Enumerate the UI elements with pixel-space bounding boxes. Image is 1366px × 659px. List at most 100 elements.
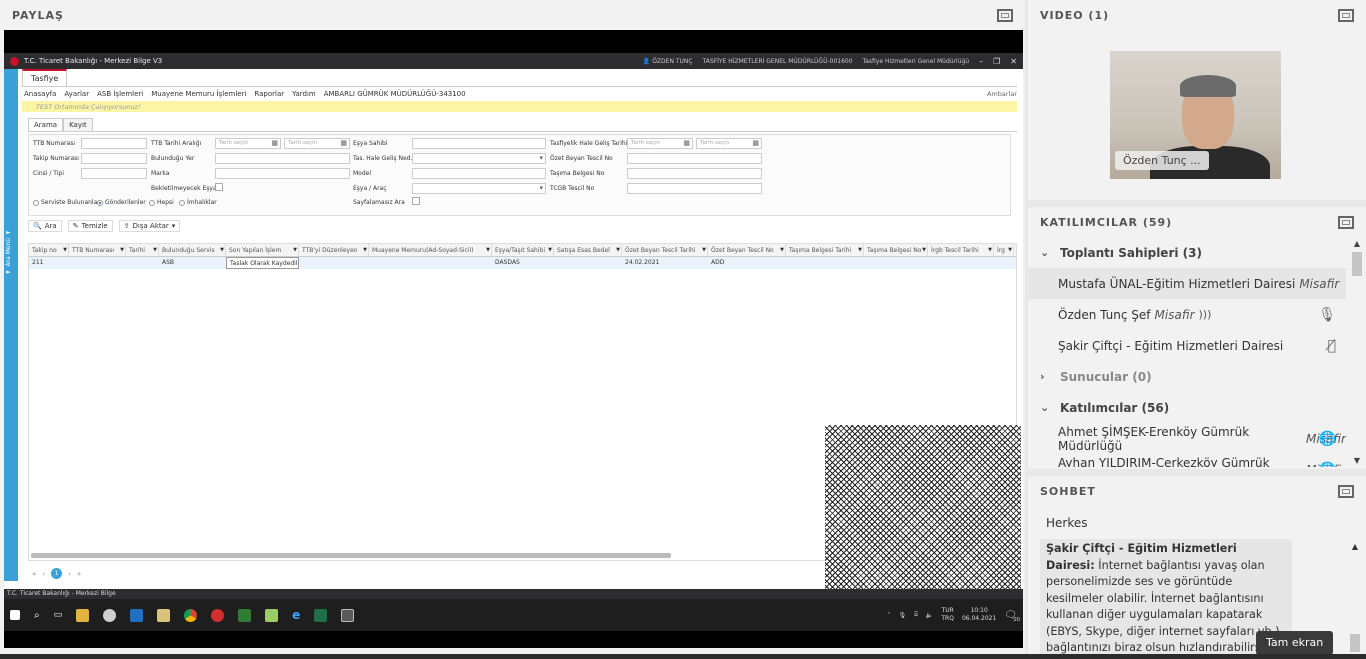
mic-off-icon[interactable]: 🎙̸ (1328, 338, 1336, 354)
windows-start-icon[interactable] (10, 610, 20, 620)
tasfiyelik-date-from[interactable]: Tarih seçin (627, 138, 693, 149)
menu-item-anasayfa[interactable]: Anasayfa (24, 90, 56, 98)
menu-item-ambarlar[interactable]: Ambarlar (987, 90, 1017, 98)
radio-imha-label[interactable]: İmhalıklar (179, 199, 217, 206)
col-bedel[interactable]: Satışa Esas Bedel (554, 244, 622, 256)
chat-scrollbar[interactable]: ▲ (1350, 542, 1360, 652)
section-attendees[interactable]: ⌄ Katılımcılar (56) (1028, 392, 1346, 423)
list-item[interactable]: Mustafa ÜNAL-Eğitim Hizmetleri Dairesi Mi… (1028, 268, 1346, 299)
outlook-icon[interactable] (130, 608, 144, 622)
snip-icon[interactable] (238, 608, 252, 622)
notes-icon[interactable] (157, 608, 171, 622)
pager-next-icon[interactable]: › (68, 570, 71, 578)
section-presenters[interactable]: › Sunucular (0) (1028, 361, 1346, 392)
clear-button[interactable]: ✎ Temizle (67, 220, 113, 232)
titlebar-user[interactable]: ÖZDEN TUNÇ (652, 58, 692, 65)
section-hosts[interactable]: ⌄ Toplantı Sahipleri (3) (1028, 237, 1346, 268)
cins-input[interactable] (81, 168, 147, 179)
mic-icon[interactable]: 🎙 (899, 612, 907, 619)
mic-icon[interactable]: 🎙 (1318, 307, 1336, 323)
menu-item-raporlar[interactable]: Raporlar (254, 90, 284, 98)
col-tasima-tarih[interactable]: Taşıma Belgesi Tarihi (786, 244, 864, 256)
pager-current[interactable]: 1 (51, 568, 63, 579)
col-ozet-no[interactable]: Özet Beyan Tescil No (708, 244, 786, 256)
chat-recipient-tab[interactable]: Herkes (1046, 516, 1088, 530)
list-item[interactable]: Şakir Çiftçi - Eğitim Hizmetleri Dairesi… (1028, 330, 1346, 361)
app-icon[interactable] (103, 608, 117, 622)
col-irg[interactable]: İrg (994, 244, 1014, 256)
volume-icon[interactable]: 🔈 (926, 612, 933, 619)
minimize-icon[interactable]: – (979, 57, 983, 66)
bulundugu-yer-input[interactable] (215, 153, 350, 164)
col-ttb-no[interactable]: TTB Numarası (69, 244, 126, 256)
tasima-belgesi-input[interactable] (627, 168, 762, 179)
scroll-thumb[interactable] (1352, 252, 1362, 276)
titlebar-dept1[interactable]: TASFİYE HİZMETLERİ GENEL MÜDÜRLÜĞÜ-00160… (703, 58, 853, 65)
chevron-up-icon[interactable]: ˄ (888, 612, 891, 619)
editor-icon[interactable] (265, 608, 279, 622)
pager-prev-icon[interactable]: ‹ (42, 570, 45, 578)
menu-item-asb[interactable]: ASB İşlemleri (97, 90, 143, 98)
col-tasima-no[interactable]: Taşıma Belgesi No (864, 244, 928, 256)
col-son-islem[interactable]: Son Yapılan İşlem (226, 244, 299, 256)
restore-icon[interactable]: ❐ (993, 57, 1000, 66)
participants-scrollbar[interactable]: ▲ ▼ (1352, 239, 1362, 465)
tas-hale-gelis-select[interactable] (412, 153, 546, 164)
table-row[interactable]: 211 ASB Taslak Olarak Kaydedildi DASDAS … (29, 257, 1016, 269)
tcgb-input[interactable] (627, 183, 762, 194)
maximize-icon[interactable] (997, 8, 1013, 22)
col-irgb-tarih[interactable]: İrgb Tescil Tarihi (928, 244, 994, 256)
opera-icon[interactable] (211, 608, 225, 622)
col-muayene[interactable]: Muayene Memuru(Ad-Soyad-Sicil) (369, 244, 492, 256)
scroll-thumb[interactable] (1350, 634, 1360, 652)
col-ozet-tarih[interactable]: Özet Beyan Tescil Tarihi (622, 244, 708, 256)
menu-item-ayarlar[interactable]: Ayarlar (64, 90, 89, 98)
maximize-icon[interactable] (1338, 484, 1354, 498)
tab-tasfiye[interactable]: Tasfiye (22, 69, 68, 86)
export-button[interactable]: ⇪ Dışa Aktar ▾ (118, 220, 181, 232)
ttb-date-to[interactable]: Tarih seçin (284, 138, 350, 149)
clock[interactable]: 10:10 06.04.2021 (962, 607, 996, 623)
network-icon[interactable]: ⌸ (914, 611, 918, 619)
col-duzenleyen[interactable]: TTB'yi Düzenleyen (299, 244, 369, 256)
radio-gonderilen[interactable] (97, 199, 103, 206)
radio-gonderilen-label[interactable]: Gönderilenler (97, 199, 146, 206)
tab-arama[interactable]: Arama (28, 118, 64, 131)
menu-item-yardim[interactable]: Yardım (292, 90, 316, 98)
esya-sahibi-input[interactable] (412, 138, 546, 149)
chrome-icon[interactable] (184, 608, 198, 622)
excel-icon[interactable] (314, 608, 328, 622)
ttb-no-input[interactable] (81, 138, 147, 149)
task-view-icon[interactable]: ▭ (54, 610, 63, 620)
menu-item-mudurluk[interactable]: AMBARLI GÜMRÜK MÜDÜRLÜĞÜ-343100 (324, 90, 466, 98)
grid-hscroll[interactable] (31, 553, 671, 558)
col-takip-no[interactable]: Takip no (29, 244, 69, 256)
list-item[interactable]: Özden Tunç Şef Misafir ))) 🎙 (1028, 299, 1346, 330)
radio-hepsi-label[interactable]: Hepsi (149, 199, 174, 206)
close-icon[interactable]: ✕ (1010, 57, 1017, 66)
language-indicator[interactable]: TUR TRQ (941, 607, 954, 623)
esya-arac-select[interactable] (412, 183, 546, 194)
radio-hepsi[interactable] (149, 199, 155, 206)
marka-input[interactable] (215, 168, 350, 179)
takip-no-input[interactable] (81, 153, 147, 164)
list-item[interactable]: Ayhan YILDIRIM-Çerkezköy Gümrük Müdü...M… (1028, 454, 1346, 468)
titlebar-dept2[interactable]: Tasfiye Hizmetleri Genel Müdürlüğü (863, 58, 970, 65)
pager-last-icon[interactable]: » (77, 570, 81, 578)
search-icon[interactable]: ⌕ (34, 610, 40, 621)
model-input[interactable] (412, 168, 546, 179)
bekletilmeyecek-checkbox[interactable] (215, 183, 223, 191)
notification-icon[interactable]: 🗨 20 (1004, 610, 1020, 623)
ttb-date-from[interactable]: Tarih seçin (215, 138, 281, 149)
scroll-down-icon[interactable]: ▼ (1352, 456, 1362, 465)
search-button[interactable]: 🔍 Ara (28, 220, 62, 232)
active-app-icon[interactable] (341, 608, 355, 622)
radio-imha[interactable] (179, 199, 185, 206)
edge-icon[interactable]: e (292, 608, 300, 622)
tab-kayit[interactable]: Kayıt (63, 118, 93, 131)
video-tile[interactable]: Özden Tunç ... (1110, 51, 1281, 179)
menu-item-muayene[interactable]: Muayene Memuru İşlemleri (151, 90, 246, 98)
radio-servis-label[interactable]: Serviste Bulunanlar (33, 199, 100, 206)
sayfalamasiz-checkbox[interactable] (412, 197, 420, 205)
scroll-up-icon[interactable]: ▲ (1352, 239, 1362, 248)
